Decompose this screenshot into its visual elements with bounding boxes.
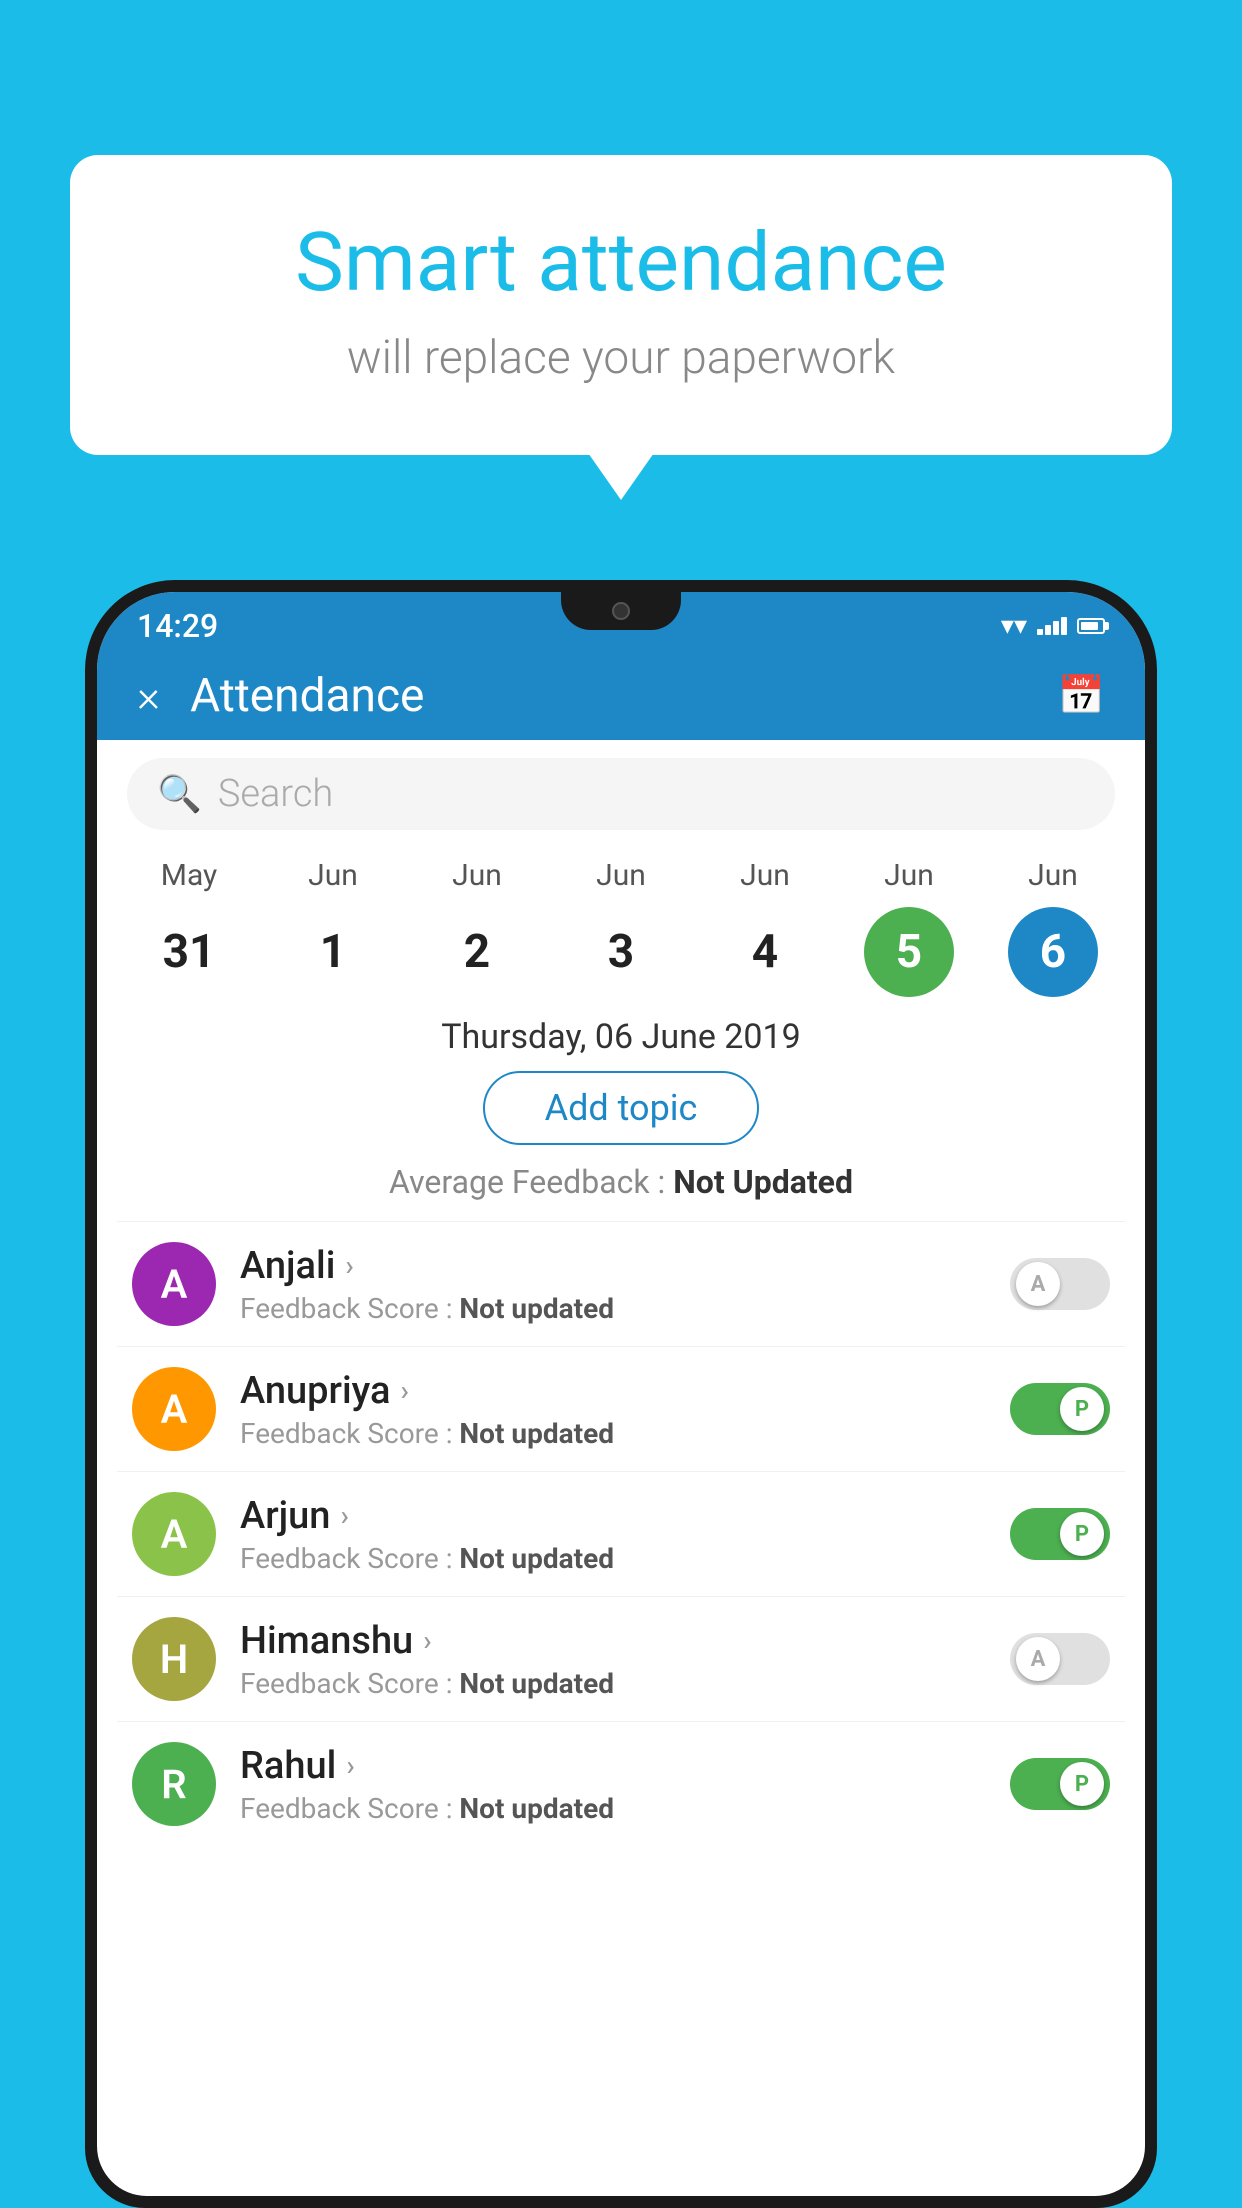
toggle-knob: P	[1060, 1762, 1104, 1806]
chevron-right-icon: ›	[345, 1249, 353, 1282]
attendance-toggle[interactable]: A	[1010, 1258, 1110, 1310]
chevron-right-icon: ›	[340, 1499, 348, 1532]
battery-icon	[1077, 618, 1105, 634]
speech-bubble-container: Smart attendance will replace your paper…	[70, 155, 1172, 455]
calendar-day[interactable]: Jun 3	[561, 858, 681, 997]
search-icon: 🔍	[157, 773, 202, 815]
cal-date-label: 6	[1008, 907, 1098, 997]
cal-month-label: Jun	[1028, 858, 1078, 893]
bubble-subtitle: will replace your paperwork	[150, 331, 1092, 385]
avg-feedback-value: Not Updated	[673, 1163, 853, 1201]
student-feedback: Feedback Score : Not updated	[240, 1792, 986, 1825]
student-item: A Anjali › Feedback Score : Not updated A	[117, 1221, 1125, 1346]
toggle-knob: A	[1016, 1262, 1060, 1306]
student-name[interactable]: Anjali ›	[240, 1244, 986, 1288]
attendance-toggle[interactable]: P	[1010, 1758, 1110, 1810]
toggle-knob: P	[1060, 1512, 1104, 1556]
student-name[interactable]: Arjun ›	[240, 1494, 986, 1538]
student-info: Arjun › Feedback Score : Not updated	[240, 1494, 986, 1575]
status-time: 14:29	[137, 607, 218, 645]
student-item: R Rahul › Feedback Score : Not updated P	[117, 1721, 1125, 1846]
student-name[interactable]: Anupriya ›	[240, 1369, 986, 1413]
cal-date-label: 31	[144, 907, 234, 997]
student-item: A Arjun › Feedback Score : Not updated P	[117, 1471, 1125, 1596]
attendance-toggle[interactable]: P	[1010, 1383, 1110, 1435]
calendar-day[interactable]: Jun 6	[993, 858, 1113, 997]
chevron-right-icon: ›	[400, 1374, 408, 1407]
student-info: Himanshu › Feedback Score : Not updated	[240, 1619, 986, 1700]
toggle-knob: A	[1016, 1637, 1060, 1681]
search-bar[interactable]: 🔍 Search	[127, 758, 1115, 830]
status-icons: ▾▾	[1001, 611, 1105, 641]
student-item: A Anupriya › Feedback Score : Not updated P	[117, 1346, 1125, 1471]
cal-date-label: 5	[864, 907, 954, 997]
student-feedback: Feedback Score : Not updated	[240, 1417, 986, 1450]
chevron-right-icon: ›	[346, 1749, 354, 1782]
cal-date-label: 2	[432, 907, 522, 997]
cal-month-label: Jun	[452, 858, 502, 893]
camera	[612, 602, 630, 620]
calendar-day[interactable]: Jun 2	[417, 858, 537, 997]
student-info: Anupriya › Feedback Score : Not updated	[240, 1369, 986, 1450]
cal-date-label: 4	[720, 907, 810, 997]
cal-month-label: May	[161, 858, 217, 893]
phone-content: 🔍 Search May 31 Jun 1 Jun 2 Jun 3 Jun 4 Jun 5 Jun 6 T…	[97, 740, 1145, 2196]
notch	[561, 592, 681, 630]
speech-bubble: Smart attendance will replace your paper…	[70, 155, 1172, 455]
bubble-title: Smart attendance	[150, 215, 1092, 311]
wifi-icon: ▾▾	[1001, 611, 1027, 641]
app-header: × Attendance 📅	[97, 652, 1145, 740]
avatar: A	[132, 1367, 216, 1451]
cal-date-label: 3	[576, 907, 666, 997]
cal-month-label: Jun	[308, 858, 358, 893]
student-feedback: Feedback Score : Not updated	[240, 1292, 986, 1325]
phone-inner: 14:29 ▾▾ × Attendance 📅	[97, 592, 1145, 2196]
cal-month-label: Jun	[884, 858, 934, 893]
attendance-toggle[interactable]: P	[1010, 1508, 1110, 1560]
phone-frame: 14:29 ▾▾ × Attendance 📅	[85, 580, 1157, 2208]
student-feedback: Feedback Score : Not updated	[240, 1542, 986, 1575]
avg-feedback-label: Average Feedback :	[389, 1163, 665, 1201]
attendance-toggle[interactable]: A	[1010, 1633, 1110, 1685]
calendar-day[interactable]: Jun 5	[849, 858, 969, 997]
avatar: A	[132, 1492, 216, 1576]
avg-feedback: Average Feedback : Not Updated	[97, 1163, 1145, 1201]
toggle-knob: P	[1060, 1387, 1104, 1431]
add-topic-button[interactable]: Add topic	[483, 1071, 760, 1145]
student-item: H Himanshu › Feedback Score : Not updated A	[117, 1596, 1125, 1721]
cal-date-label: 1	[288, 907, 378, 997]
student-info: Rahul › Feedback Score : Not updated	[240, 1744, 986, 1825]
student-list: AAnjali ›Feedback Score : Not updatedAAA…	[97, 1221, 1145, 1846]
close-button[interactable]: ×	[137, 670, 160, 722]
calendar-strip: May 31 Jun 1 Jun 2 Jun 3 Jun 4 Jun 5 Jun 6	[97, 848, 1145, 997]
avatar: A	[132, 1242, 216, 1326]
student-info: Anjali › Feedback Score : Not updated	[240, 1244, 986, 1325]
student-feedback: Feedback Score : Not updated	[240, 1667, 986, 1700]
app-title: Attendance	[190, 669, 1058, 723]
avatar: H	[132, 1617, 216, 1701]
calendar-icon[interactable]: 📅	[1058, 674, 1105, 718]
chevron-right-icon: ›	[423, 1624, 431, 1657]
cal-month-label: Jun	[740, 858, 790, 893]
cal-month-label: Jun	[596, 858, 646, 893]
avatar: R	[132, 1742, 216, 1826]
calendar-day[interactable]: Jun 4	[705, 858, 825, 997]
student-name[interactable]: Rahul ›	[240, 1744, 986, 1788]
selected-date-label: Thursday, 06 June 2019	[97, 1017, 1145, 1057]
signal-icon	[1037, 617, 1067, 635]
student-name[interactable]: Himanshu ›	[240, 1619, 986, 1663]
calendar-day[interactable]: May 31	[129, 858, 249, 997]
calendar-day[interactable]: Jun 1	[273, 858, 393, 997]
search-placeholder: Search	[218, 772, 333, 816]
